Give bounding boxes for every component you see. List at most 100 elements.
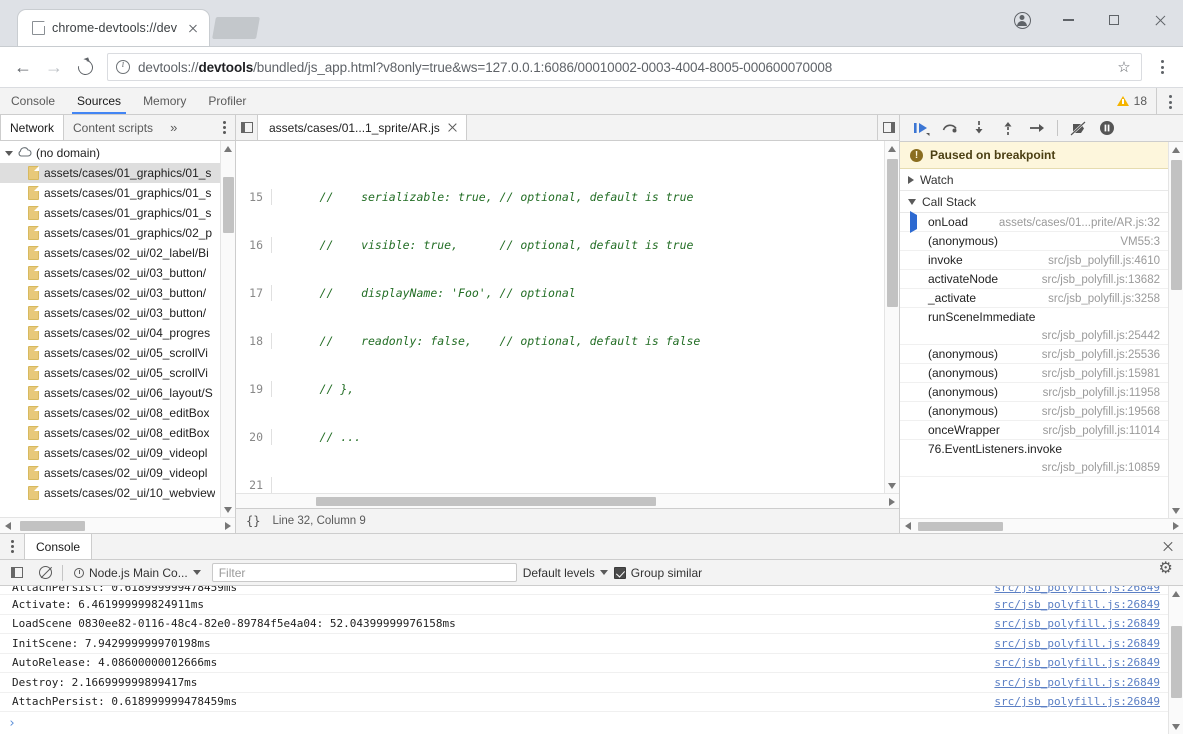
call-stack-section-header[interactable]: Call Stack <box>900 191 1168 213</box>
watch-section-header[interactable]: Watch <box>900 169 1168 191</box>
scrollbar-thumb[interactable] <box>223 177 234 233</box>
pause-on-exceptions-button[interactable] <box>1094 116 1120 140</box>
tree-file-row[interactable]: assets/cases/01_graphics/01_s <box>0 183 220 203</box>
step-into-button[interactable] <box>966 116 992 140</box>
group-similar-toggle[interactable]: Group similar <box>614 566 702 580</box>
close-window-button[interactable] <box>1137 0 1183 40</box>
tree-file-row[interactable]: assets/cases/01_graphics/01_s <box>0 203 220 223</box>
browser-tab[interactable]: chrome-devtools://dev <box>17 9 210 46</box>
devtools-menu-icon[interactable] <box>1157 88 1183 116</box>
console-message[interactable]: AttachPersist: 0.618999999478459ms src/j… <box>0 586 1168 595</box>
message-source-link[interactable]: src/jsb_polyfill.js:26849 <box>994 586 1160 594</box>
console-prompt[interactable]: › <box>0 712 1168 734</box>
navigator-horizontal-scrollbar[interactable] <box>0 517 235 533</box>
call-stack-row[interactable]: (anonymous) src/jsb_polyfill.js:19568 <box>900 402 1168 421</box>
scrollbar-thumb[interactable] <box>316 497 656 506</box>
call-stack-row[interactable]: 76.EventListeners.invoke src/jsb_polyfil… <box>900 440 1168 477</box>
message-source-link[interactable]: src/jsb_polyfill.js:26849 <box>994 676 1160 689</box>
nav-tab-content-scripts[interactable]: Content scripts <box>64 115 162 140</box>
page-info-icon[interactable] <box>116 60 130 74</box>
editor-horizontal-scrollbar[interactable] <box>236 493 899 508</box>
pretty-print-icon[interactable]: {} <box>246 514 260 528</box>
code-scroll[interactable]: 15 // serializable: true, // optional, d… <box>236 141 884 493</box>
scroll-down-icon[interactable] <box>1169 719 1183 734</box>
drawer-menu-icon[interactable] <box>0 534 24 559</box>
scroll-left-icon[interactable] <box>900 519 915 534</box>
tree-file-row[interactable]: assets/cases/02_ui/04_progres <box>0 323 220 343</box>
call-stack-row[interactable]: (anonymous) src/jsb_polyfill.js:11958 <box>900 383 1168 402</box>
chrome-menu-icon[interactable] <box>1149 53 1175 81</box>
tree-file-row[interactable]: assets/cases/02_ui/05_scrollVi <box>0 343 220 363</box>
tree-file-row[interactable]: assets/cases/02_ui/05_scrollVi <box>0 363 220 383</box>
scroll-right-icon[interactable] <box>220 518 235 533</box>
warning-badge[interactable]: 18 <box>1108 88 1157 114</box>
profile-button[interactable] <box>999 0 1045 40</box>
tab-memory[interactable]: Memory <box>132 88 197 114</box>
message-source-link[interactable]: src/jsb_polyfill.js:26849 <box>994 617 1160 630</box>
message-source-link[interactable]: src/jsb_polyfill.js:26849 <box>994 656 1160 669</box>
call-stack-row[interactable]: activateNode src/jsb_polyfill.js:13682 <box>900 270 1168 289</box>
nav-more-icon[interactable]: » <box>162 115 185 140</box>
tree-file-row[interactable]: assets/cases/02_ui/03_button/ <box>0 263 220 283</box>
tab-profiler[interactable]: Profiler <box>197 88 257 114</box>
console-message[interactable]: Activate: 6.461999999824911ms src/jsb_po… <box>0 595 1168 615</box>
resume-button[interactable] <box>908 116 934 140</box>
show-debugger-button[interactable] <box>877 115 899 140</box>
step-out-button[interactable] <box>995 116 1021 140</box>
call-stack-row[interactable]: _activate src/jsb_polyfill.js:3258 <box>900 289 1168 308</box>
forward-button[interactable]: → <box>39 52 69 82</box>
console-message[interactable]: InitScene: 7.942999999970198ms src/jsb_p… <box>0 634 1168 654</box>
reload-button[interactable] <box>70 52 100 82</box>
console-message[interactable]: AutoRelease: 4.08600000012666ms src/jsb_… <box>0 654 1168 674</box>
back-button[interactable]: ← <box>8 52 38 82</box>
scrollbar-thumb[interactable] <box>918 522 1003 531</box>
console-vertical-scrollbar[interactable] <box>1168 586 1183 734</box>
editor-tab-file[interactable]: assets/cases/01...1_sprite/AR.js <box>258 115 467 140</box>
editor-tab-close-icon[interactable] <box>447 122 458 133</box>
call-stack-row[interactable]: onLoad assets/cases/01...prite/AR.js:32 <box>900 213 1168 232</box>
scrollbar-thumb[interactable] <box>1171 626 1182 698</box>
tab-close-icon[interactable] <box>185 20 201 36</box>
show-navigator-button[interactable] <box>236 115 258 140</box>
call-stack-row[interactable]: (anonymous) VM55:3 <box>900 232 1168 251</box>
scroll-right-icon[interactable] <box>1168 519 1183 534</box>
tree-file-row[interactable]: assets/cases/02_ui/02_label/Bi <box>0 243 220 263</box>
scrollbar-thumb[interactable] <box>20 521 85 531</box>
nav-tab-network[interactable]: Network <box>0 115 64 140</box>
scroll-down-icon[interactable] <box>1169 503 1183 518</box>
maximize-button[interactable] <box>1091 0 1137 40</box>
console-message[interactable]: AttachPersist: 0.618999999478459ms src/j… <box>0 693 1168 713</box>
deactivate-breakpoints-button[interactable] <box>1065 116 1091 140</box>
tree-file-row[interactable]: assets/cases/01_graphics/01_s <box>0 163 220 183</box>
tree-file-row[interactable]: assets/cases/02_ui/08_editBox <box>0 423 220 443</box>
drawer-tab-console[interactable]: Console <box>24 534 92 559</box>
navigator-menu-icon[interactable] <box>213 115 235 140</box>
scroll-up-icon[interactable] <box>1169 142 1183 157</box>
debugger-horizontal-scrollbar[interactable] <box>900 518 1183 533</box>
log-levels-selector[interactable]: Default levels <box>523 566 608 580</box>
call-stack-row[interactable]: onceWrapper src/jsb_polyfill.js:11014 <box>900 421 1168 440</box>
scroll-up-icon[interactable] <box>1169 586 1183 601</box>
tab-sources[interactable]: Sources <box>66 88 132 114</box>
scrollbar-thumb[interactable] <box>887 159 898 307</box>
code-content[interactable]: 15 // serializable: true, // optional, d… <box>236 141 884 493</box>
step-button[interactable] <box>1024 116 1050 140</box>
tab-console[interactable]: Console <box>0 88 66 114</box>
tree-file-row[interactable]: assets/cases/01_graphics/02_p <box>0 223 220 243</box>
scroll-up-icon[interactable] <box>221 141 236 156</box>
tree-file-row[interactable]: assets/cases/02_ui/09_videopl <box>0 443 220 463</box>
message-source-link[interactable]: src/jsb_polyfill.js:26849 <box>994 598 1160 611</box>
tree-file-row[interactable]: assets/cases/02_ui/10_webview <box>0 483 220 503</box>
tree-file-row[interactable]: assets/cases/02_ui/09_videopl <box>0 463 220 483</box>
tree-domain-row[interactable]: (no domain) <box>0 143 220 163</box>
checkbox-icon[interactable] <box>614 567 626 579</box>
console-message[interactable]: Destroy: 2.166999999899417ms src/jsb_pol… <box>0 673 1168 693</box>
console-settings-button[interactable] <box>1155 562 1177 584</box>
address-bar[interactable]: devtools://devtools/bundled/js_app.html?… <box>107 53 1142 81</box>
new-tab-button[interactable] <box>212 17 260 39</box>
scroll-left-icon[interactable] <box>0 518 15 533</box>
step-over-button[interactable] <box>937 116 963 140</box>
tree-file-row[interactable]: assets/cases/02_ui/08_editBox <box>0 403 220 423</box>
execution-context-selector[interactable]: Node.js Main Co... <box>69 564 206 582</box>
console-sidebar-button[interactable] <box>6 562 28 584</box>
